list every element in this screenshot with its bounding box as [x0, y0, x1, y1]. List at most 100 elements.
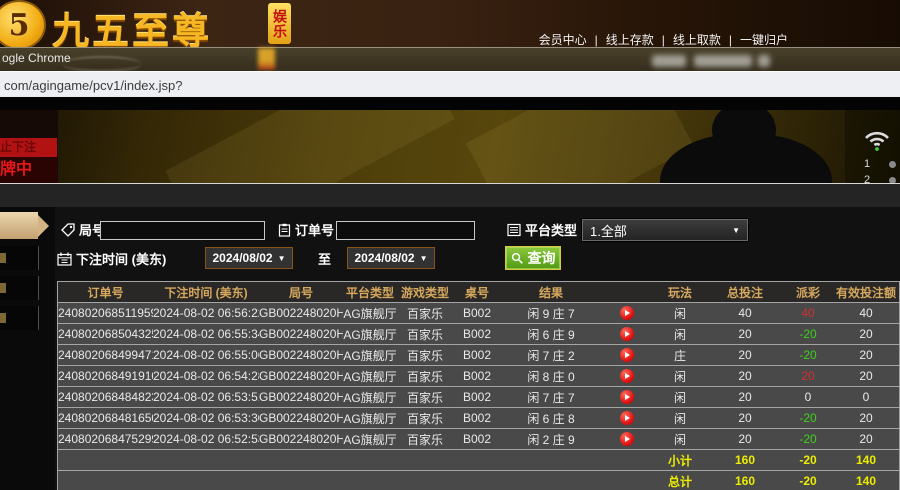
replay-icon[interactable]: [620, 411, 634, 425]
game-no-input[interactable]: [100, 221, 265, 240]
header-order-no: 订单号: [58, 284, 153, 301]
wifi-signal-icon[interactable]: [862, 128, 892, 157]
table-row: 240802068499471 2024-08-02 06:55:06 GB00…: [58, 345, 899, 366]
cell-replay: [601, 369, 653, 384]
menu-item[interactable]: [0, 246, 39, 270]
chevron-down-icon: ▼: [732, 226, 740, 235]
blurred-account-info: [758, 55, 770, 67]
menu-item-active[interactable]: [0, 212, 38, 239]
game-no-label-wrap: 局号: [61, 220, 105, 239]
replay-icon[interactable]: [620, 327, 634, 341]
cell-payout: -20: [783, 327, 833, 341]
cell-payout: -20: [783, 348, 833, 362]
header-result: 结果: [501, 284, 601, 301]
cell-replay: [601, 432, 653, 447]
table-row: 240802068491910 2024-08-02 06:54:28 GB00…: [58, 366, 899, 387]
cell-platform: AG旗舰厅: [343, 368, 397, 385]
replay-icon[interactable]: [620, 348, 634, 362]
date-from-value: 2024/08/02: [213, 251, 273, 265]
cell-platform: AG旗舰厅: [343, 347, 397, 364]
platform-label: 平台类型: [525, 220, 577, 239]
cell-result: 闲 7 庄 2: [501, 347, 601, 364]
cell-table-no: B002: [453, 348, 501, 362]
query-button[interactable]: 查询: [505, 246, 561, 270]
nav-online-withdraw[interactable]: 线上取款: [673, 33, 721, 47]
platform-select[interactable]: 1.全部 ▼: [582, 219, 748, 241]
cell-total-bet: 40: [707, 306, 783, 320]
cell-order-no: 240802068504325: [58, 327, 153, 341]
cell-play: 闲: [653, 305, 707, 322]
line-option-1[interactable]: 1: [864, 158, 896, 170]
titlebar-gold-ornament: [258, 48, 275, 70]
bet-records-panel: 局号 订单号 平台类型 1.全部 ▼: [55, 207, 900, 490]
cell-valid-bet: 20: [833, 411, 899, 425]
blurred-account-info: [694, 55, 752, 67]
cell-game-type: 百家乐: [397, 389, 453, 406]
cell-table-no: B002: [453, 411, 501, 425]
subtotal-total-bet: 160: [707, 453, 783, 467]
cell-table-no: B002: [453, 390, 501, 404]
cell-game-type: 百家乐: [397, 305, 453, 322]
replay-icon[interactable]: [620, 390, 634, 404]
total-row: 总计 160 -20 140: [58, 471, 899, 490]
menu-item[interactable]: [0, 306, 39, 330]
table-header-row: 订单号 下注时间 (美东) 局号 平台类型 游戏类型 桌号 结果 玩法 总投注 …: [58, 282, 899, 303]
blurred-account-info: [652, 55, 686, 67]
address-bar[interactable]: com/agingame/pcv1/index.jsp?: [0, 71, 900, 98]
cell-replay: [601, 306, 653, 321]
dealing-banner: 牌中: [0, 157, 57, 183]
titlebar-ornament: [62, 56, 142, 72]
cell-bet-time: 2024-08-02 06:53:51: [153, 390, 259, 404]
cell-replay: [601, 348, 653, 363]
url-text: com/agingame/pcv1/index.jsp?: [4, 78, 183, 93]
cell-order-no: 240802068481650: [58, 411, 153, 425]
table-row: 240802068475299 2024-08-02 06:52:53 GB00…: [58, 429, 899, 450]
nav-member-center[interactable]: 会员中心: [539, 33, 587, 47]
order-no-label-wrap: 订单号: [278, 220, 334, 239]
cell-platform: AG旗舰厅: [343, 431, 397, 448]
cell-total-bet: 20: [707, 432, 783, 446]
cell-replay: [601, 390, 653, 405]
total-label: 总计: [653, 473, 707, 490]
cell-play: 闲: [653, 431, 707, 448]
cell-bet-time: 2024-08-02 06:55:06: [153, 348, 259, 362]
cell-payout: -20: [783, 411, 833, 425]
cell-result: 闲 6 庄 8: [501, 410, 601, 427]
header-game-type: 游戏类型: [397, 284, 453, 301]
cell-valid-bet: 20: [833, 432, 899, 446]
cell-play: 闲: [653, 410, 707, 427]
chevron-down-icon: ▼: [420, 254, 428, 263]
order-no-input[interactable]: [336, 221, 475, 240]
header-table-no: 桌号: [453, 284, 501, 301]
cell-bet-time: 2024-08-02 06:54:28: [153, 369, 259, 383]
cell-valid-bet: 20: [833, 348, 899, 362]
nav-one-key-transfer[interactable]: 一键归户: [740, 33, 788, 47]
cell-game-type: 百家乐: [397, 326, 453, 343]
table-row: 240802068481650 2024-08-02 06:53:30 GB00…: [58, 408, 899, 429]
cell-game-no: GB002248020HS: [259, 411, 343, 425]
cell-bet-time: 2024-08-02 06:52:53: [153, 432, 259, 446]
table-row: 240802068484823 2024-08-02 06:53:51 GB00…: [58, 387, 899, 408]
date-to-picker[interactable]: 2024/08/02 ▼: [347, 247, 435, 269]
cell-bet-time: 2024-08-02 06:56:22: [153, 306, 259, 320]
cell-game-no: GB002248020HR: [259, 432, 343, 446]
replay-icon[interactable]: [620, 432, 634, 446]
cell-result: 闲 9 庄 7: [501, 305, 601, 322]
cell-platform: AG旗舰厅: [343, 389, 397, 406]
game-backdrop: 止下注 牌中: [0, 110, 900, 183]
cell-platform: AG旗舰厅: [343, 410, 397, 427]
nav-online-deposit[interactable]: 线上存款: [606, 33, 654, 47]
cell-payout: 0: [783, 390, 833, 404]
date-from-picker[interactable]: 2024/08/02 ▼: [205, 247, 293, 269]
replay-icon[interactable]: [620, 369, 634, 383]
subtotal-valid-bet: 140: [833, 453, 899, 467]
cell-table-no: B002: [453, 327, 501, 341]
left-menu-rail: [0, 207, 55, 490]
replay-icon[interactable]: [620, 306, 634, 320]
menu-item-glyph: [0, 253, 6, 263]
window-title: ogle Chrome: [2, 51, 71, 65]
top-nav: 会员中心|线上存款|线上取款|一键归户: [539, 31, 788, 48]
menu-item[interactable]: [0, 276, 39, 300]
total-total-bet: 160: [707, 474, 783, 488]
cell-payout: 40: [783, 306, 833, 320]
